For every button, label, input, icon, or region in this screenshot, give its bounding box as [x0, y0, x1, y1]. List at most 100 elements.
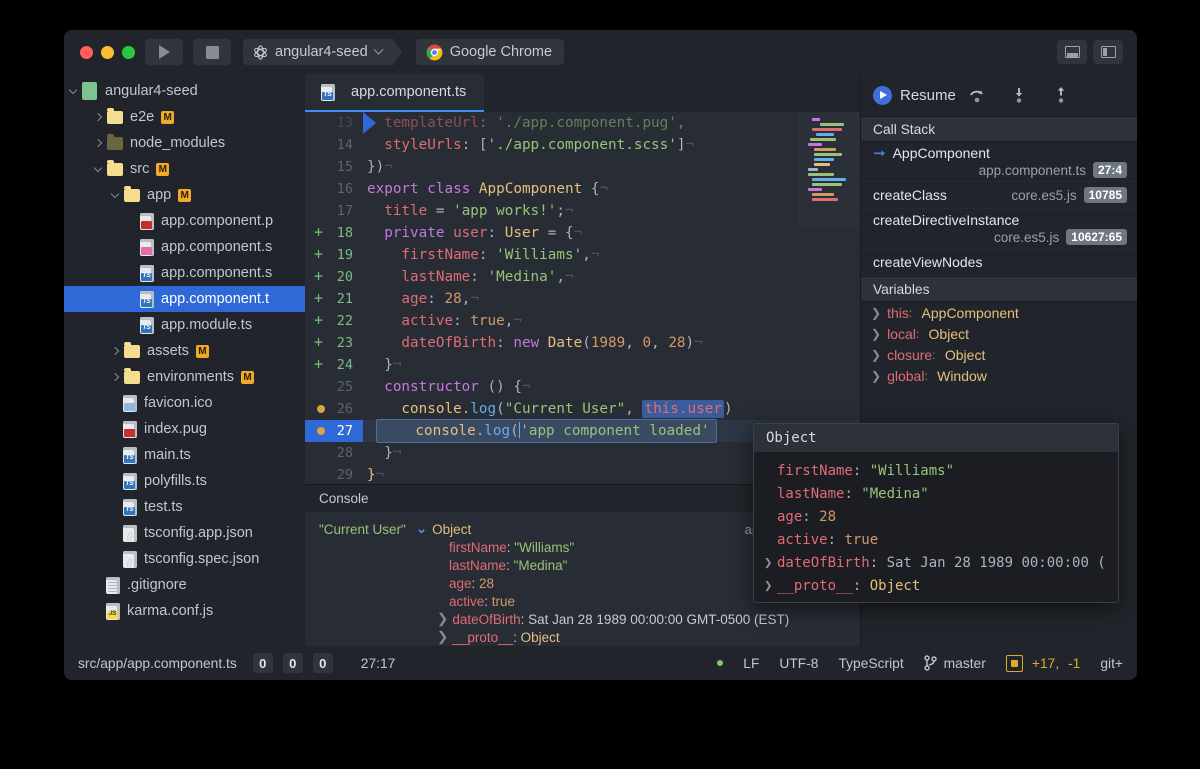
- line-number-22[interactable]: +22: [305, 310, 363, 332]
- status-encoding[interactable]: UTF-8: [779, 656, 818, 671]
- breadcrumb-browser[interactable]: Google Chrome: [415, 39, 565, 65]
- toggle-bottom-panel-button[interactable]: [1057, 40, 1087, 64]
- tree-item-e2e[interactable]: e2e M: [64, 104, 305, 130]
- code-text[interactable]: templateUrl: './app.component.pug',: [363, 112, 685, 134]
- line-number-16[interactable]: 16: [305, 178, 363, 200]
- breakpoint-icon[interactable]: [317, 427, 325, 435]
- variable-row[interactable]: ❯ global: Window: [861, 365, 1137, 386]
- status-cursor-position[interactable]: 27:17: [361, 656, 396, 671]
- expand-triangle-icon[interactable]: ❯: [764, 555, 777, 571]
- code-line-23[interactable]: +23 dateOfBirth: new Date(1989, 0, 28)¬: [305, 332, 860, 354]
- line-number-26[interactable]: 26: [305, 398, 363, 420]
- code-text[interactable]: private user: User = {¬: [363, 222, 582, 244]
- call-stack-frame[interactable]: createDirectiveInstance core.es5.js 10627:…: [861, 209, 1137, 249]
- tooltip-property-row[interactable]: ❯ __proto__: Object: [754, 574, 1118, 597]
- run-button[interactable]: [145, 39, 183, 65]
- tree-item-src[interactable]: src M: [64, 156, 305, 182]
- expand-triangle-icon[interactable]: ❯: [871, 348, 881, 362]
- tab-app-component-ts[interactable]: TS app.component.ts: [305, 74, 485, 112]
- code-text[interactable]: active: true,¬: [363, 310, 522, 332]
- chevron-right-icon[interactable]: [106, 372, 124, 382]
- code-line-22[interactable]: +22 active: true,¬: [305, 310, 860, 332]
- tree-root-angular4-seed[interactable]: angular4-seed: [64, 78, 305, 104]
- tree-item-index-pug[interactable]: index.pug: [64, 416, 305, 442]
- tree-item-favicon-ico[interactable]: favicon.ico: [64, 390, 305, 416]
- status-file-path[interactable]: src/app/app.component.ts: [78, 656, 237, 671]
- variable-row[interactable]: ❯ this: AppComponent: [861, 302, 1137, 323]
- chevron-right-icon[interactable]: [89, 112, 107, 122]
- expand-triangle-icon[interactable]: ❯: [437, 611, 448, 627]
- tree-item-polyfills-ts[interactable]: TS polyfills.ts: [64, 468, 305, 494]
- status-line-ending[interactable]: LF: [743, 656, 759, 671]
- line-number-20[interactable]: +20: [305, 266, 363, 288]
- tree-item-app-module-ts[interactable]: TS app.module.ts: [64, 312, 305, 338]
- tree-item-app[interactable]: app M: [64, 182, 305, 208]
- tree-item-tsconfig-app-json[interactable]: {} tsconfig.app.json: [64, 520, 305, 546]
- code-line-20[interactable]: +20 lastName: 'Medina',¬: [305, 266, 860, 288]
- tooltip-property-row[interactable]: active: true: [754, 528, 1118, 551]
- tree-item-app-component-s[interactable]: app.component.s: [64, 234, 305, 260]
- tooltip-property-row[interactable]: age: 28: [754, 505, 1118, 528]
- tree-item-main-ts[interactable]: TS main.ts: [64, 442, 305, 468]
- code-line-13[interactable]: 13 templateUrl: './app.component.pug',: [305, 112, 860, 134]
- line-number-13[interactable]: 13: [305, 112, 363, 134]
- code-text[interactable]: }¬: [363, 464, 384, 484]
- status-git-branch[interactable]: master: [923, 655, 986, 671]
- code-text[interactable]: console.log('app component loaded': [376, 419, 717, 443]
- tree-item-assets[interactable]: assets M: [64, 338, 305, 364]
- tooltip-property-row[interactable]: firstName: "Williams": [754, 459, 1118, 482]
- editor-minimap[interactable]: [798, 112, 860, 227]
- line-number-18[interactable]: +18: [305, 222, 363, 244]
- status-count-1[interactable]: 0: [282, 653, 303, 673]
- tree-item--gitignore[interactable]: .gitignore: [64, 572, 305, 598]
- code-text[interactable]: dateOfBirth: new Date(1989, 0, 28)¬: [363, 332, 702, 354]
- tooltip-property-row[interactable]: ❯ dateOfBirth: Sat Jan 28 1989 00:00:00 (: [754, 551, 1118, 574]
- code-text[interactable]: }¬: [363, 442, 401, 464]
- console-property-row[interactable]: ❯ __proto__: Object: [319, 628, 860, 646]
- chevron-down-icon[interactable]: [106, 189, 124, 200]
- file-tree-sidebar[interactable]: angular4-seed e2e Mnode_modules src Mapp Map…: [64, 74, 305, 646]
- minimize-window-button[interactable]: [101, 45, 114, 59]
- tooltip-property-row[interactable]: lastName: "Medina": [754, 482, 1118, 505]
- tree-item-app-component-s[interactable]: TS app.component.s: [64, 260, 305, 286]
- code-text[interactable]: styleUrls: ['./app.component.scss']¬: [363, 134, 694, 156]
- line-number-24[interactable]: +24: [305, 354, 363, 376]
- expand-triangle-icon[interactable]: ❯: [871, 306, 881, 320]
- stop-button[interactable]: [193, 39, 231, 65]
- step-out-button[interactable]: [1040, 86, 1082, 104]
- code-text[interactable]: export class AppComponent {¬: [363, 178, 608, 200]
- code-text[interactable]: firstName: 'Williams',¬: [363, 244, 599, 266]
- line-number-19[interactable]: +19: [305, 244, 363, 266]
- call-stack-frame[interactable]: createClass core.es5.js 10785: [861, 182, 1137, 209]
- expand-triangle-icon[interactable]: ❯: [871, 327, 881, 341]
- expand-triangle-icon[interactable]: ❯: [437, 629, 448, 645]
- tree-item-karma-conf-js[interactable]: JS karma.conf.js: [64, 598, 305, 624]
- expand-triangle-icon[interactable]: ❯: [764, 578, 777, 594]
- line-number-27[interactable]: 27: [305, 420, 363, 442]
- code-line-24[interactable]: +24 }¬: [305, 354, 860, 376]
- code-line-14[interactable]: 14 styleUrls: ['./app.component.scss']¬: [305, 134, 860, 156]
- step-into-button[interactable]: [998, 86, 1040, 104]
- code-line-25[interactable]: 25 constructor () {¬: [305, 376, 860, 398]
- code-text[interactable]: console.log("Current User", this.user): [363, 398, 733, 420]
- line-number-21[interactable]: +21: [305, 288, 363, 310]
- call-stack-frame[interactable]: createViewNodes: [861, 249, 1137, 276]
- line-number-23[interactable]: +23: [305, 332, 363, 354]
- chevron-right-icon[interactable]: [89, 138, 107, 148]
- resume-label[interactable]: Resume: [900, 87, 956, 104]
- code-line-17[interactable]: 17 title = 'app works!';¬: [305, 200, 860, 222]
- console-property-row[interactable]: ❯ dateOfBirth: Sat Jan 28 1989 00:00:00 G…: [319, 610, 860, 628]
- code-line-16[interactable]: 16 export class AppComponent {¬: [305, 178, 860, 200]
- call-stack-frame[interactable]: ➞ AppComponent app.component.ts 27:4: [861, 142, 1137, 182]
- status-count-2[interactable]: 0: [312, 653, 333, 673]
- code-line-21[interactable]: +21 age: 28,¬: [305, 288, 860, 310]
- tree-item-app-component-t[interactable]: TS app.component.t: [64, 286, 305, 312]
- expand-triangle-icon[interactable]: ❯: [871, 369, 881, 383]
- line-number-28[interactable]: 28: [305, 442, 363, 464]
- line-number-17[interactable]: 17: [305, 200, 363, 222]
- chevron-down-icon[interactable]: ⌄: [416, 521, 427, 537]
- breakpoint-icon[interactable]: [317, 405, 325, 413]
- object-inspector-tooltip[interactable]: Object firstName: "Williams" lastName: "M…: [753, 423, 1119, 603]
- status-count-0[interactable]: 0: [252, 653, 273, 673]
- variable-row[interactable]: ❯ local: Object: [861, 323, 1137, 344]
